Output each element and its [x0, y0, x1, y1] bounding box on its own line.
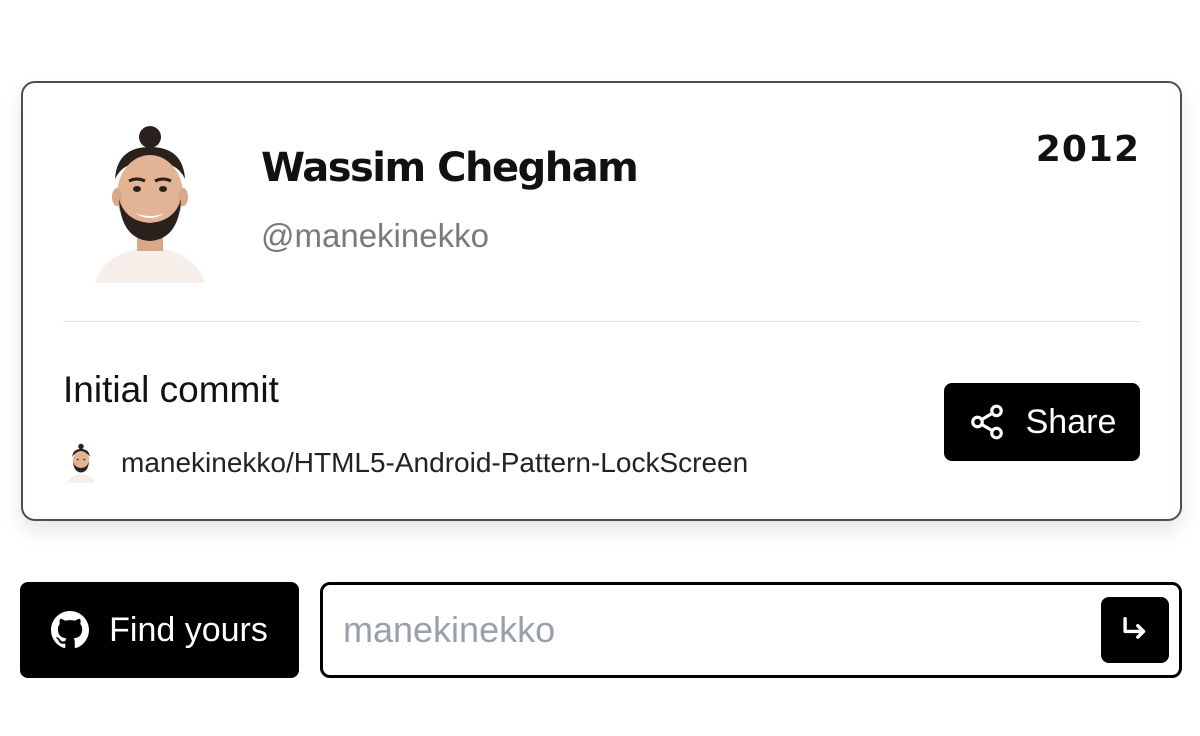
commit-year: 2012	[1035, 129, 1140, 170]
share-icon	[970, 404, 1003, 440]
profile-handle: @manekinekko	[261, 217, 489, 254]
find-yours-label: Find yours	[109, 610, 268, 649]
find-yours-button[interactable]: Find yours	[20, 582, 299, 678]
share-button[interactable]: Share	[944, 383, 1140, 461]
repo-row: manekinekko/HTML5-Android-Pattern-LockSc…	[63, 443, 748, 483]
arrow-return-icon	[1123, 616, 1146, 639]
commit-message: Initial commit	[63, 369, 279, 410]
submit-button[interactable]	[1101, 597, 1169, 663]
username-search-box	[320, 582, 1182, 678]
profile-avatar	[95, 126, 205, 283]
profile-name: Wassim Chegham	[261, 145, 639, 191]
commit-card: Wassim Chegham @manekinekko 2012 Initial…	[21, 81, 1182, 521]
repo-name[interactable]: manekinekko/HTML5-Android-Pattern-LockSc…	[121, 447, 748, 479]
share-button-label: Share	[1025, 402, 1117, 441]
repo-avatar	[67, 443, 95, 483]
username-input[interactable]	[343, 585, 1083, 675]
card-divider	[63, 321, 1140, 322]
github-icon	[51, 611, 90, 649]
